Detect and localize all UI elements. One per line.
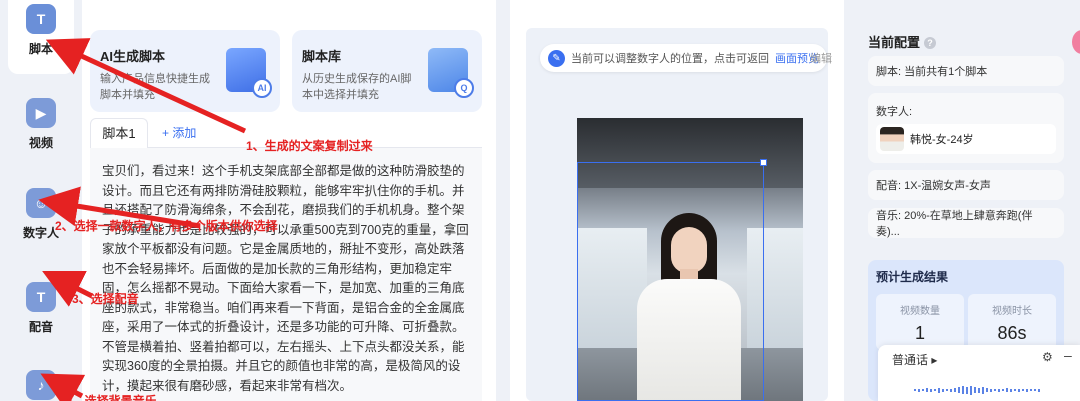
waveform-bar [934,389,936,391]
rail-label-voice: 配音 [28,320,53,334]
config-voice: 配音: 1X-温婉女声-女声 [868,170,1064,200]
waveform-bar [962,386,964,394]
waveform-bar [938,387,940,393]
digital-human[interactable] [623,213,753,401]
waveform-bar [994,389,996,391]
selected-avatar[interactable]: 韩悦-女-24岁 [876,124,1056,154]
waveform-bar [930,388,932,392]
config-panel: 当前配置? 脚本: 当前共有1个脚本 数字人: 配音: 1X-温婉女声-女声 音… [858,0,1080,401]
waveform-bar [1006,388,1008,392]
estimate-title: 预计生成结果 [876,270,949,284]
waveform-bar [958,387,960,393]
rail-label-video: 视频 [28,136,53,150]
waveform-bar [1002,389,1004,391]
video-duration-label: 视频时长 [992,306,1032,317]
video-duration-value: 86s [997,323,1027,343]
script-panel: AI生成脚本 输入产品信息快捷生成脚本并填充 AI 脚本库 从历史生成保存的AI… [82,0,496,401]
annotation-4: 4、选择背景音乐 [66,394,157,401]
waveform-bar [1018,388,1020,392]
avatar-video-frame[interactable] [577,118,803,401]
waveform-bar [1014,389,1016,391]
video-duration-card: 视频时长 86s [968,294,1056,350]
rail-item-script[interactable]: T 脚本 [8,0,74,74]
config-title-text: 当前配置 [868,35,921,50]
script-textarea[interactable]: 宝贝们，看过来！这个手机支架底部全部都是做的这种防滑胶垫的设计。而且它还有两排防… [90,148,482,401]
waveform-bar [926,388,928,392]
video-count-value: 1 [914,323,925,343]
position-tip: ✎ 当前可以调整数字人的位置，点击可返回 画面预览 [540,44,827,72]
voice-icon: T [26,282,56,312]
rail-item-video[interactable]: ▶ 视频 [8,98,74,151]
office-ceiling [577,118,803,188]
waveform-bar [1022,389,1024,391]
annotation-2: 2、选择一款数字人，有多个版本供你选择 [55,219,278,233]
waveform-bar [942,388,944,392]
rail-item-voice[interactable]: T 配音 [8,282,74,335]
avatar-name: 韩悦-女-24岁 [910,134,974,146]
config-avatar-label: 数字人: [876,106,913,118]
avatar-face [671,227,707,273]
rail-label-script: 脚本 [28,42,53,56]
help-icon[interactable]: ? [924,37,937,49]
waveform-bar [1026,388,1028,392]
waveform-bar [1010,388,1012,392]
video-count-card: 视频数量 1 [876,294,964,350]
waveform-bar [990,388,992,392]
script-icon: T [26,4,56,34]
waveform-bar [986,388,988,392]
avatar-shirt [637,279,741,401]
audio-waveform [914,385,1044,395]
waveform-bar [1030,389,1032,391]
waveform-bar [1038,388,1040,392]
waveform-bar [922,389,924,391]
waveform-bar [918,388,920,392]
gear-icon[interactable]: ⚙ [1042,350,1053,364]
waveform-bar [914,389,916,391]
edit-link[interactable]: 编辑 [810,50,832,66]
tip-text: 当前可以调整数字人的位置，点击可返回 [571,53,769,65]
script-library-card[interactable]: 脚本库 从历史生成保存的AI脚本中选择并填充 Q [292,30,482,112]
waveform-bar [974,387,976,393]
waveform-bar [998,388,1000,392]
left-rail: T 脚本 ▶ 视频 ☺ 数字人 T 配音 ♪ [0,0,82,401]
waveform-bar [978,387,980,393]
ai-card-desc: 输入产品信息快捷生成脚本并填充 [100,73,210,101]
resize-handle[interactable] [760,159,767,166]
video-count-label: 视频数量 [900,306,940,317]
edit-pen-icon: ✎ [548,49,565,67]
waveform-bar [1034,389,1036,391]
annotation-3: 3、选择配音 [72,292,139,306]
waveform-bar [982,386,984,394]
music-icon: ♪ [26,370,56,400]
waveform-bar [950,388,952,392]
ai-doc-icon: AI [226,48,272,98]
waveform-bar [946,389,948,391]
waveform-bar [966,386,968,394]
config-script: 脚本: 当前共有1个脚本 [868,56,1064,86]
add-script-button[interactable]: + 添加 [162,118,196,148]
video-icon: ▶ [26,98,56,128]
avatar-thumbnail [880,127,904,151]
person-icon: ☺ [26,188,56,218]
library-card-desc: 从历史生成保存的AI脚本中选择并填充 [302,73,412,101]
config-music: 音乐: 20%-在草地上肆意奔跑(伴奏)... [868,208,1064,238]
waveform-bar [954,388,956,392]
tab-script-1[interactable]: 脚本1 [90,118,148,148]
minimize-icon[interactable]: – [1064,347,1072,363]
voice-popup-title[interactable]: 普通话 ▸ [892,351,937,368]
office-window-right [747,228,803,358]
waveform-bar [970,385,972,395]
voice-popup: 普通话 ▸ ⚙ – [878,345,1080,401]
config-title: 当前配置? [868,32,937,51]
annotation-1: 1、生成的文案复制过来 [246,139,373,153]
folder-search-icon: Q [428,48,474,98]
ai-generate-card[interactable]: AI生成脚本 输入产品信息快捷生成脚本并填充 AI [90,30,280,112]
rail-item-music[interactable]: ♪ [8,370,74,401]
